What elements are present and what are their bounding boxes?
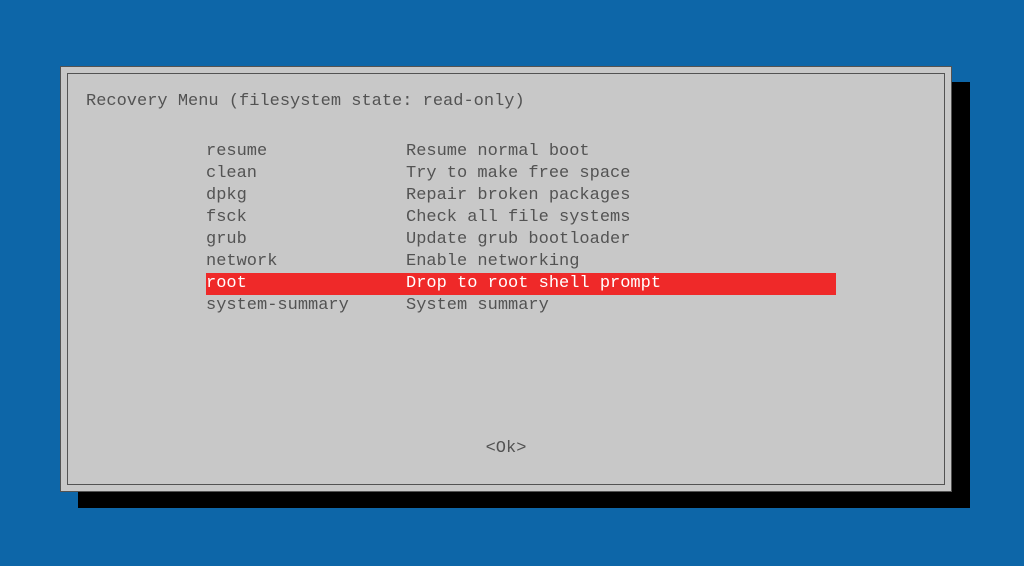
menu-item-key: fsck — [206, 207, 406, 229]
menu-item-system-summary[interactable]: system-summary System summary — [206, 295, 836, 317]
dialog-inner: Recovery Menu (filesystem state: read-on… — [67, 73, 945, 485]
menu-item-desc: Try to make free space — [406, 163, 836, 185]
recovery-dialog: Recovery Menu (filesystem state: read-on… — [60, 66, 952, 492]
menu-item-desc: Update grub bootloader — [406, 229, 836, 251]
menu-item-key: resume — [206, 141, 406, 163]
dialog-title: Recovery Menu (filesystem state: read-on… — [86, 92, 944, 111]
menu-item-key: grub — [206, 229, 406, 251]
menu-item-root[interactable]: root Drop to root shell prompt — [206, 273, 836, 295]
menu-item-desc: Check all file systems — [406, 207, 836, 229]
menu-item-dpkg[interactable]: dpkg Repair broken packages — [206, 185, 836, 207]
menu-item-fsck[interactable]: fsck Check all file systems — [206, 207, 836, 229]
menu-item-resume[interactable]: resume Resume normal boot — [206, 141, 836, 163]
menu-item-key: clean — [206, 163, 406, 185]
menu-item-desc: Repair broken packages — [406, 185, 836, 207]
menu-item-key: dpkg — [206, 185, 406, 207]
menu-item-desc: System summary — [406, 295, 836, 317]
ok-button[interactable]: <Ok> — [68, 439, 944, 458]
menu-list[interactable]: resume Resume normal boot clean Try to m… — [86, 141, 944, 317]
menu-item-grub[interactable]: grub Update grub bootloader — [206, 229, 836, 251]
menu-item-clean[interactable]: clean Try to make free space — [206, 163, 836, 185]
menu-item-key: network — [206, 251, 406, 273]
menu-item-network[interactable]: network Enable networking — [206, 251, 836, 273]
menu-item-key: root — [206, 273, 406, 295]
menu-item-key: system-summary — [206, 295, 406, 317]
menu-item-desc: Drop to root shell prompt — [406, 273, 836, 295]
menu-item-desc: Enable networking — [406, 251, 836, 273]
menu-item-desc: Resume normal boot — [406, 141, 836, 163]
